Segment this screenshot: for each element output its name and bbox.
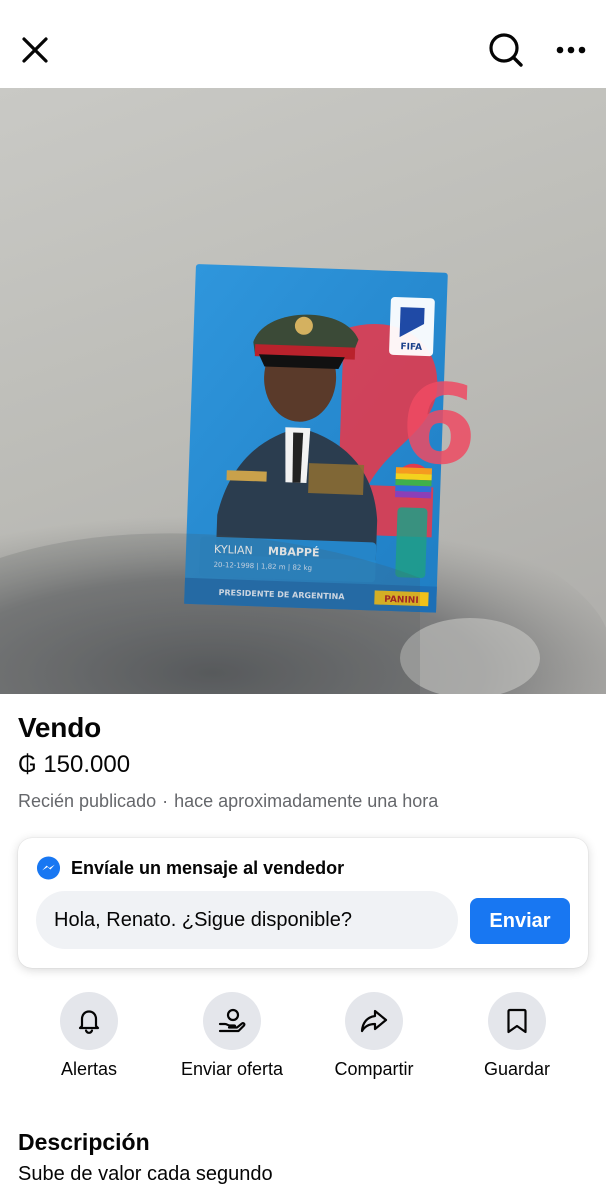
listing-photo[interactable]: 6 FIFA KYLIAN MBAPPÉ 20-12-1998 | 1,82 m…	[0, 88, 606, 694]
description-heading: Descripción	[18, 1129, 150, 1155]
save-button[interactable]: Guardar	[442, 992, 592, 1080]
bell-icon	[78, 1010, 100, 1034]
alerts-label: Alertas	[60, 1059, 118, 1079]
send-button[interactable]: Enviar	[470, 898, 570, 944]
search-button[interactable]	[480, 24, 532, 76]
offer-hand-icon	[218, 1008, 246, 1033]
send-offer-label: Enviar oferta	[180, 1059, 284, 1079]
messenger-icon	[36, 856, 61, 880]
share-arrow-icon	[360, 1009, 388, 1033]
listing-title: Vendo	[18, 712, 102, 743]
search-icon	[489, 33, 523, 67]
alerts-circle	[60, 992, 118, 1050]
top-bar	[0, 0, 606, 88]
send-offer-button[interactable]: Enviar oferta	[157, 992, 307, 1080]
published-time: hace aproximadamente una hora	[174, 791, 439, 811]
share-button[interactable]: Compartir	[299, 992, 449, 1080]
share-label: Compartir	[334, 1059, 414, 1079]
share-circle	[345, 992, 403, 1050]
message-seller-card: Envíale un mensaje al vendedor Hola, Ren…	[18, 838, 588, 968]
fifa-badge-text: FIFA	[400, 342, 422, 353]
sticker-photo: 6 FIFA KYLIAN MBAPPÉ 20-12-1998 | 1,82 m…	[0, 264, 606, 694]
action-bar: Alertas Enviar oferta Compartir Guardar	[0, 992, 606, 1087]
save-circle	[488, 992, 546, 1050]
close-icon	[22, 37, 48, 63]
message-input[interactable]: Hola, Renato. ¿Sigue disponible?	[36, 891, 458, 949]
published-status: Recién publicado	[18, 791, 157, 811]
alerts-button[interactable]: Alertas	[14, 992, 164, 1080]
message-card-header: Envíale un mensaje al vendedor	[36, 856, 344, 881]
save-label: Guardar	[483, 1059, 551, 1079]
more-options-button[interactable]	[545, 24, 597, 76]
close-button[interactable]	[9, 24, 61, 76]
send-offer-circle	[203, 992, 261, 1050]
listing-meta: Recién publicado · hace aproximadamente un…	[18, 791, 438, 812]
description-text: Sube de valor cada segundo	[18, 1163, 273, 1185]
bookmark-icon	[507, 1008, 527, 1034]
message-card-title: Envíale un mensaje al vendedor	[71, 858, 345, 878]
more-horizontal-icon	[556, 46, 586, 54]
listing-price: ₲ 150.000	[18, 751, 131, 778]
separator-dot: ·	[162, 791, 169, 811]
